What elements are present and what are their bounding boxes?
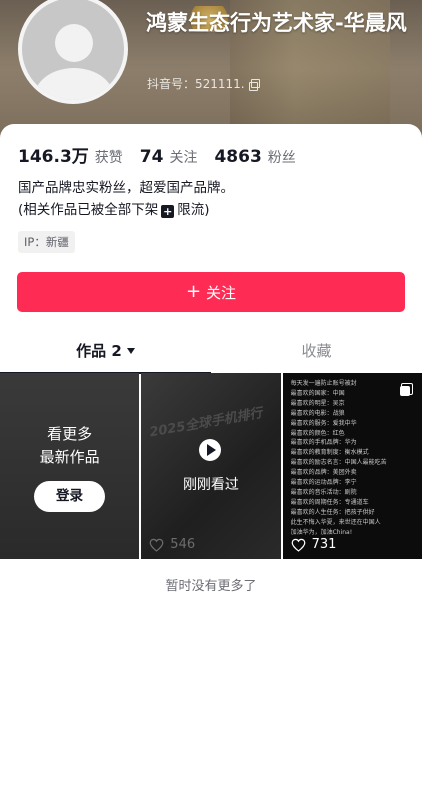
plus-icon: + bbox=[185, 281, 202, 302]
image-post-tile[interactable]: 每天发一遍防止账号被封 最喜欢的国家：中国 最喜欢的明星：吴京 最喜欢的电影：战… bbox=[282, 373, 422, 559]
post-line: 此生不悔入华夏，来世还在中国人 bbox=[290, 518, 381, 526]
post-line: 最喜欢的颜色：红色 bbox=[290, 429, 345, 437]
post-line: 最喜欢的励志名言：中国人最能吃苦 bbox=[290, 459, 387, 467]
heart-icon bbox=[149, 538, 164, 552]
tab-favorites[interactable]: 收藏 bbox=[211, 334, 422, 372]
tab-works-label: 作品 2 bbox=[76, 342, 122, 360]
play-icon[interactable] bbox=[199, 439, 222, 461]
stat-likes-value: 146.3万 bbox=[18, 147, 89, 167]
post-line: 每天发一遍防止账号被封 bbox=[290, 380, 357, 387]
more-works-line-1: 看更多 bbox=[47, 425, 93, 443]
bio-line-1: 国产品牌忠实粉丝，超爱国产品牌。 bbox=[18, 180, 234, 196]
post-line: 最喜欢的明星：吴京 bbox=[290, 399, 345, 407]
more-works-line-2: 最新作品 bbox=[39, 448, 100, 466]
ip-location-tag: IP：新疆 bbox=[18, 231, 75, 253]
post-line: 最喜欢的人生任务：把孩子供好 bbox=[290, 508, 375, 516]
profile-name: 鸿蒙生态行为艺术家-华晨风 bbox=[146, 11, 407, 35]
bio-line-2-end: 限流) bbox=[177, 202, 210, 218]
profile-header: 鸿蒙生态行为艺术家-华晨风 抖音号：521111. bbox=[0, 0, 422, 140]
works-grid: 看更多 最新作品 登录 2025全球手机排行 刚刚看过 546 每天发一遍防止账… bbox=[0, 373, 422, 559]
stat-likes-label: 获赞 bbox=[94, 150, 123, 166]
stat-followers[interactable]: 4863 粉丝 bbox=[214, 147, 295, 167]
post-line: 最喜欢的品牌：美团外卖 bbox=[290, 469, 357, 477]
post-line: 加油华为，加油China! bbox=[290, 528, 353, 536]
stats-row: 146.3万 获赞 74 关注 4863 粉丝 bbox=[18, 142, 313, 167]
multi-image-icon bbox=[399, 383, 413, 396]
douyin-id-text: 抖音号：521111. bbox=[147, 77, 245, 91]
post-line: 最喜欢的国家：中国 bbox=[290, 389, 345, 397]
post-line: 最喜欢的服务：爱我中华 bbox=[290, 419, 357, 427]
stat-likes[interactable]: 146.3万 获赞 bbox=[18, 142, 123, 167]
stat-following-value: 74 bbox=[139, 147, 164, 167]
avatar-shoulders bbox=[34, 68, 114, 100]
avatar-head bbox=[55, 24, 93, 62]
no-more-content-text: 暂时没有更多了 bbox=[165, 579, 257, 594]
recently-watched-label: 刚刚看过 bbox=[182, 477, 239, 493]
post-line: 最喜欢的教育制度：衡水模式 bbox=[290, 449, 369, 457]
tab-works[interactable]: 作品 2 bbox=[0, 334, 211, 374]
bio: 国产品牌忠实粉丝，超爱国产品牌。 (相关作品已被全部下架 + 限流) bbox=[18, 177, 234, 221]
video-likes: 546 bbox=[149, 537, 195, 552]
post-line: 最喜欢的运动品牌：李宁 bbox=[290, 479, 357, 487]
stat-following-label: 关注 bbox=[169, 150, 198, 166]
more-works-tile[interactable]: 看更多 最新作品 登录 bbox=[0, 373, 140, 559]
post-line: 最喜欢的音乐活动：剧院 bbox=[290, 488, 357, 496]
post-line: 最喜欢的周期任务：专通道车 bbox=[290, 498, 369, 506]
copy-icon[interactable] bbox=[248, 78, 260, 91]
caret-down-icon bbox=[126, 348, 135, 354]
avatar[interactable] bbox=[18, 0, 128, 104]
more-works-text: 看更多 最新作品 bbox=[0, 423, 139, 469]
stat-followers-label: 粉丝 bbox=[267, 150, 296, 166]
image-post-text: 每天发一遍防止账号被封 最喜欢的国家：中国 最喜欢的明星：吴京 最喜欢的电影：战… bbox=[291, 379, 413, 538]
post-line: 最喜欢的手机品牌：华为 bbox=[290, 439, 357, 447]
post-likes: 731 bbox=[291, 537, 337, 552]
video-tile-recently-watched[interactable]: 2025全球手机排行 刚刚看过 546 bbox=[141, 373, 281, 559]
heart-icon bbox=[291, 538, 305, 552]
follow-button[interactable]: + 关注 bbox=[17, 272, 405, 312]
login-button[interactable]: 登录 bbox=[34, 481, 105, 512]
stat-followers-value: 4863 bbox=[214, 147, 262, 167]
post-likes-count: 731 bbox=[311, 537, 337, 552]
post-line: 最喜欢的电影：战狼 bbox=[290, 409, 345, 417]
bio-line-2: (相关作品已被全部下架 + 限流) bbox=[18, 199, 234, 221]
follow-button-label: 关注 bbox=[206, 283, 237, 302]
tab-favorites-label: 收藏 bbox=[301, 342, 332, 360]
profile-card: 146.3万 获赞 74 关注 4863 粉丝 国产品牌忠实粉丝，超爱国产品牌。… bbox=[0, 124, 422, 800]
bio-line-2-start: (相关作品已被全部下架 bbox=[18, 202, 159, 218]
plus-emoji-icon: + bbox=[161, 205, 175, 218]
content-tabs: 作品 2 收藏 bbox=[0, 334, 422, 374]
stat-following[interactable]: 74 关注 bbox=[140, 147, 198, 167]
douyin-id[interactable]: 抖音号：521111. bbox=[147, 75, 260, 92]
video-likes-count: 546 bbox=[170, 537, 196, 552]
